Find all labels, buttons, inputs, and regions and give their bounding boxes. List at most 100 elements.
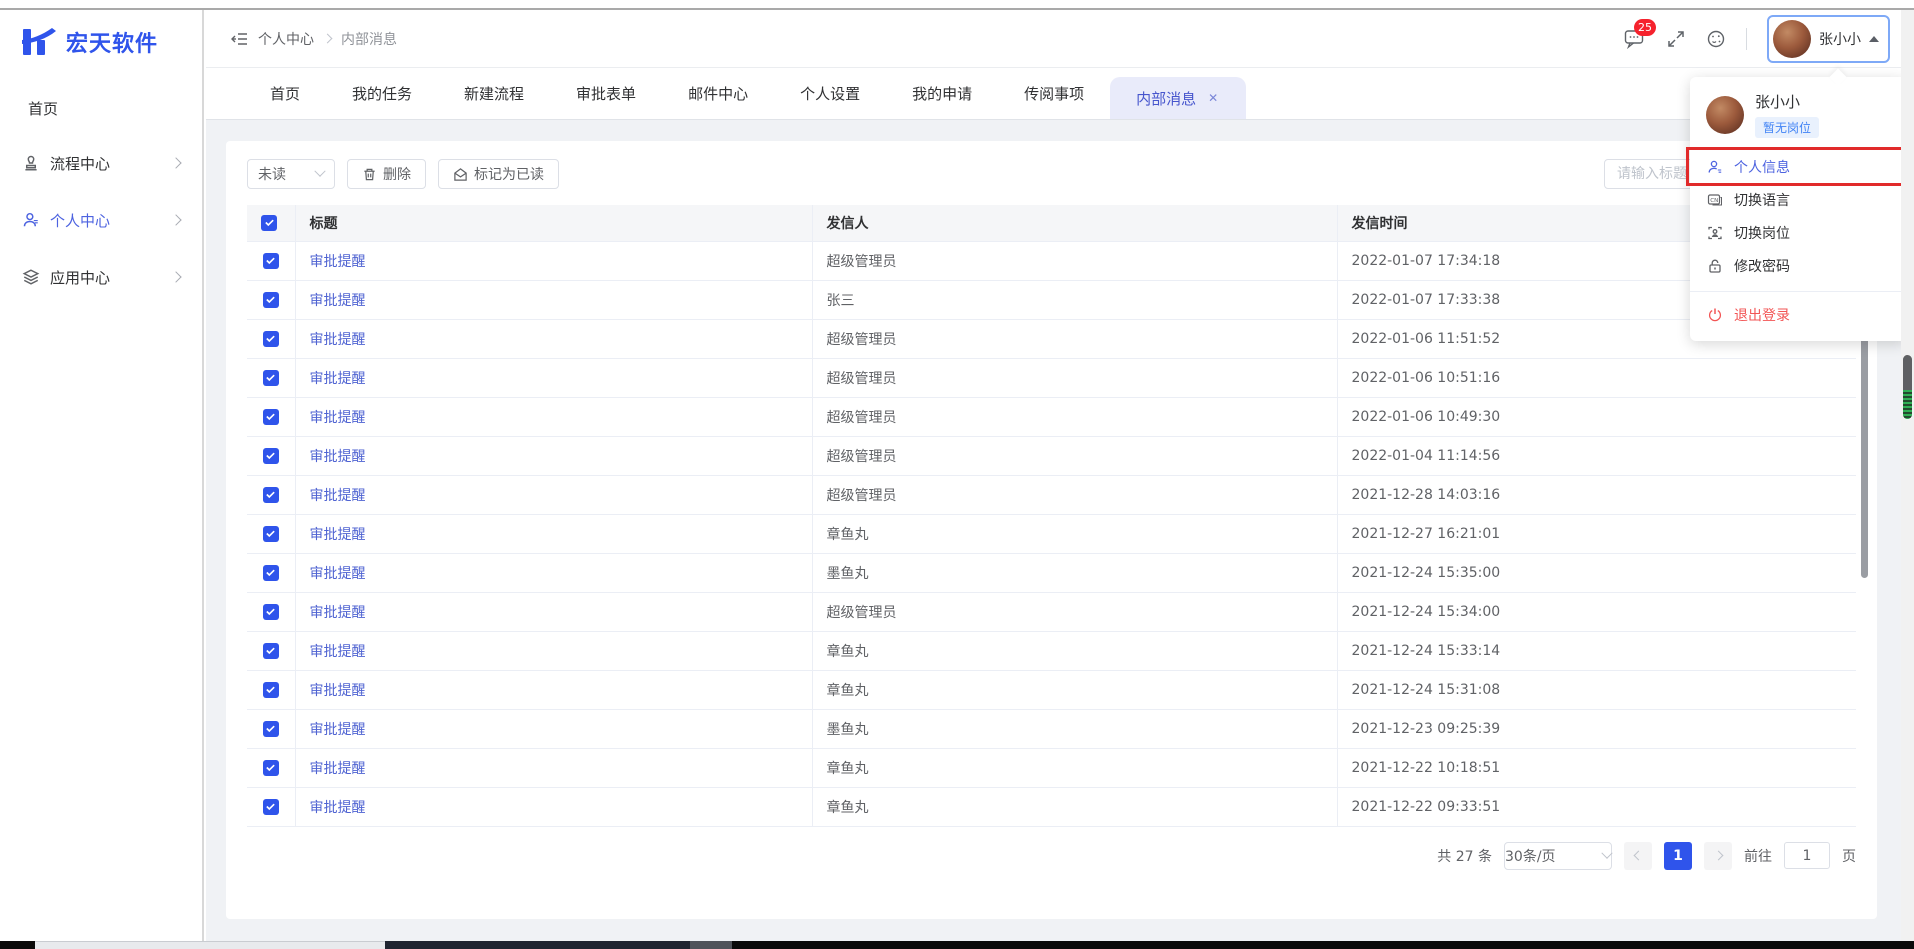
table-row[interactable]: 审批提醒 章鱼丸 2021-12-22 10:18:51 (247, 748, 1856, 787)
breadcrumb-item-current: 内部消息 (341, 29, 397, 49)
table-body: 审批提醒 超级管理员 2022-01-07 17:34:18 (247, 241, 1856, 826)
inner-scrollbar-thumb[interactable] (1861, 332, 1868, 578)
window-top-edge (0, 8, 1914, 10)
menu-item-profile[interactable]: 个人信息 (1690, 150, 1906, 183)
tab[interactable]: 我的申请 (886, 68, 998, 119)
message-title-link[interactable]: 审批提醒 (310, 371, 366, 387)
row-checkbox[interactable] (263, 799, 279, 815)
tab[interactable]: 审批表单 (550, 68, 662, 119)
table-row[interactable]: 审批提醒 墨鱼丸 2021-12-23 09:25:39 (247, 709, 1856, 748)
mark-read-button[interactable]: 标记为已读 (438, 159, 559, 189)
table-row[interactable]: 审批提醒 章鱼丸 2021-12-22 09:33:51 (247, 787, 1856, 826)
message-title-link[interactable]: 审批提醒 (310, 566, 366, 582)
breadcrumb-item[interactable]: 个人中心 (258, 29, 314, 49)
table-row[interactable]: 审批提醒 超级管理员 2022-01-06 10:51:16 (247, 358, 1856, 397)
message-title-link[interactable]: 审批提醒 (310, 254, 366, 270)
row-checkbox[interactable] (263, 565, 279, 581)
row-checkbox[interactable] (263, 721, 279, 737)
column-header-sender[interactable]: 发信人 (812, 205, 1337, 241)
menu-item-switch-language[interactable]: CN 切换语言 (1690, 183, 1906, 216)
message-title-link[interactable]: 审批提醒 (310, 488, 366, 504)
table-row[interactable]: 审批提醒 章鱼丸 2021-12-24 15:33:14 (247, 631, 1856, 670)
row-checkbox[interactable] (263, 409, 279, 425)
tab[interactable]: 新建流程 (438, 68, 550, 119)
message-title-link[interactable]: 审批提醒 (310, 410, 366, 426)
table-row[interactable]: 审批提醒 章鱼丸 2021-12-24 15:31:08 (247, 670, 1856, 709)
select-all-checkbox[interactable] (261, 215, 277, 231)
prev-page-button[interactable] (1624, 842, 1652, 870)
tab[interactable]: 个人设置 (774, 68, 886, 119)
sidebar-item-app-center[interactable]: 应用中心 (0, 254, 202, 300)
sidebar-item-process-center[interactable]: 流程中心 (0, 140, 202, 186)
message-time-cell: 2021-12-24 15:35:00 (1337, 553, 1856, 592)
menu-item-logout[interactable]: 退出登录 (1690, 298, 1906, 331)
fullscreen-icon[interactable] (1666, 29, 1686, 49)
menu-item-label: 切换语言 (1734, 190, 1790, 210)
table-row[interactable]: 审批提醒 超级管理员 2021-12-24 15:34:00 (247, 592, 1856, 631)
row-checkbox-cell (247, 748, 295, 787)
palette-icon[interactable] (1706, 29, 1726, 49)
row-checkbox[interactable] (263, 760, 279, 776)
row-checkbox[interactable] (263, 331, 279, 347)
user-menu-button[interactable]: 张小小 (1767, 15, 1890, 63)
table-row[interactable]: 审批提醒 超级管理员 2021-12-28 14:03:16 (247, 475, 1856, 514)
logo[interactable]: 宏天软件 (0, 10, 202, 58)
row-checkbox[interactable] (263, 487, 279, 503)
table-row[interactable]: 审批提醒 超级管理员 2022-01-04 11:14:56 (247, 436, 1856, 475)
tab-close-icon[interactable] (1206, 91, 1220, 105)
row-checkbox[interactable] (263, 682, 279, 698)
row-checkbox-cell (247, 670, 295, 709)
main-area: 个人中心 内部消息 25 (206, 10, 1914, 941)
scrollbar-thumb[interactable] (1903, 355, 1912, 419)
message-title-link[interactable]: 审批提醒 (310, 683, 366, 699)
message-title-link[interactable]: 审批提醒 (310, 449, 366, 465)
caret-up-icon (1869, 36, 1879, 42)
sidebar-item-personal-center[interactable]: 个人中心 (0, 197, 202, 243)
message-title-link[interactable]: 审批提醒 (310, 605, 366, 621)
page-size-select[interactable]: 30条/页 (1504, 842, 1612, 870)
menu-item-change-password[interactable]: 修改密码 (1690, 249, 1906, 282)
row-checkbox[interactable] (263, 526, 279, 542)
notifications-button[interactable]: 25 (1624, 29, 1646, 49)
table-row[interactable]: 审批提醒 超级管理员 2022-01-06 11:51:52 (247, 319, 1856, 358)
row-checkbox[interactable] (263, 253, 279, 269)
check-icon (265, 606, 276, 617)
table-row[interactable]: 审批提醒 超级管理员 2022-01-06 10:49:30 (247, 397, 1856, 436)
row-checkbox[interactable] (263, 448, 279, 464)
tab[interactable]: 我的任务 (326, 68, 438, 119)
goto-page-input[interactable] (1784, 842, 1830, 869)
message-title-link[interactable]: 审批提醒 (310, 293, 366, 309)
table-row[interactable]: 审批提醒 墨鱼丸 2021-12-24 15:35:00 (247, 553, 1856, 592)
message-title-link[interactable]: 审批提醒 (310, 332, 366, 348)
current-page-button[interactable]: 1 (1664, 842, 1692, 870)
row-checkbox[interactable] (263, 370, 279, 386)
menu-item-switch-post[interactable]: 切换岗位 (1690, 216, 1906, 249)
delete-button[interactable]: 删除 (347, 159, 426, 189)
message-title-link[interactable]: 审批提醒 (310, 800, 366, 816)
message-sender-cell: 张三 (812, 280, 1337, 319)
sidebar-item-home[interactable]: 首页 (0, 88, 202, 129)
table-row[interactable]: 审批提醒 张三 2022-01-07 17:33:38 (247, 280, 1856, 319)
row-checkbox[interactable] (263, 292, 279, 308)
table-row[interactable]: 审批提醒 章鱼丸 2021-12-27 16:21:01 (247, 514, 1856, 553)
tab[interactable]: 邮件中心 (662, 68, 774, 119)
read-status-select[interactable]: 未读 (247, 159, 335, 189)
user-name: 张小小 (1819, 29, 1861, 49)
tab[interactable]: 传阅事项 (998, 68, 1110, 119)
column-header-title[interactable]: 标题 (295, 205, 812, 241)
next-page-button[interactable] (1704, 842, 1732, 870)
tab-label: 我的申请 (912, 83, 972, 104)
table-row[interactable]: 审批提醒 超级管理员 2022-01-07 17:34:18 (247, 241, 1856, 280)
message-title-link[interactable]: 审批提醒 (310, 722, 366, 738)
browser-scrollbar[interactable] (1901, 10, 1914, 941)
tab[interactable]: 内部消息 (1110, 77, 1246, 119)
message-title-link[interactable]: 审批提醒 (310, 761, 366, 777)
message-title-link[interactable]: 审批提醒 (310, 527, 366, 543)
tab[interactable]: 首页 (244, 68, 326, 119)
row-checkbox[interactable] (263, 643, 279, 659)
row-checkbox[interactable] (263, 604, 279, 620)
collapse-menu-icon[interactable] (230, 31, 248, 47)
tab-label: 首页 (270, 83, 300, 104)
message-title-link[interactable]: 审批提醒 (310, 644, 366, 660)
sidebar-item-label: 个人中心 (50, 210, 110, 231)
